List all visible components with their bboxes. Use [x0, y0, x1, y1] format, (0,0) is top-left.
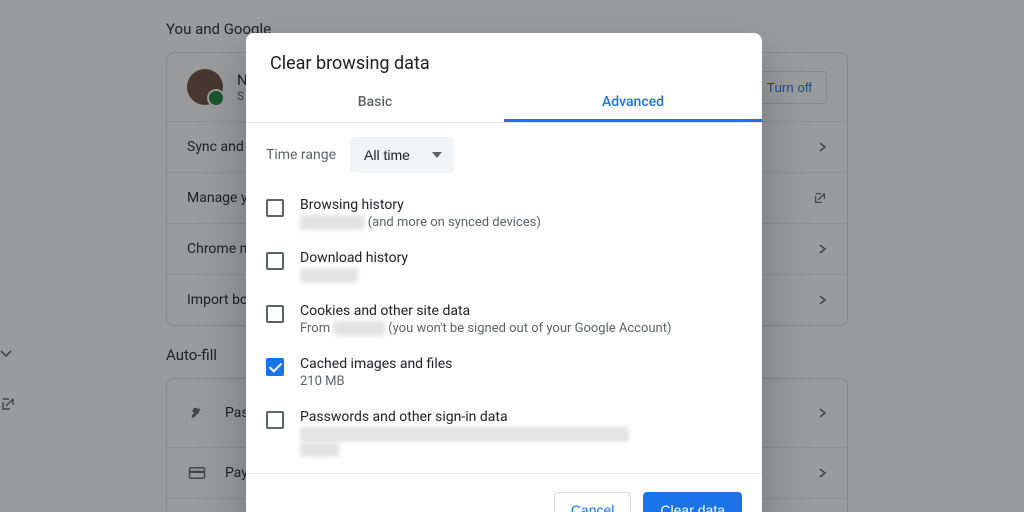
cancel-button[interactable]: Cancel — [554, 492, 632, 512]
checkbox[interactable] — [266, 199, 284, 217]
option-title: Download history — [300, 250, 408, 266]
dialog-tabs: Basic Advanced — [246, 82, 762, 123]
time-range-select[interactable]: All time — [350, 137, 454, 173]
option-subtitle: 210 MB — [300, 374, 452, 389]
option-subtitle: xxxxxxxxxxxxxxxxxxxxxxxxxxxxxxxxxxxxxxxx… — [300, 427, 629, 457]
option-title: Passwords and other sign-in data — [300, 409, 629, 425]
checkbox[interactable] — [266, 252, 284, 270]
option-subtitle: xxxxxxxxx — [300, 268, 408, 283]
tab-basic[interactable]: Basic — [246, 82, 504, 122]
checkbox[interactable] — [266, 358, 284, 376]
time-range-label: Time range — [266, 147, 336, 163]
option-passwords[interactable]: Passwords and other sign-in data xxxxxxx… — [246, 399, 762, 467]
option-title: Cookies and other site data — [300, 303, 672, 319]
option-title: Browsing history — [300, 197, 541, 213]
clear-browsing-data-dialog: Clear browsing data Basic Advanced Time … — [246, 33, 762, 512]
checkbox[interactable] — [266, 411, 284, 429]
option-cookies[interactable]: Cookies and other site data From xxxxxxx… — [246, 293, 762, 346]
dialog-title: Clear browsing data — [246, 33, 762, 82]
option-browsing-history[interactable]: Browsing history xxxxxxxxxx (and more on… — [246, 187, 762, 240]
checkbox[interactable] — [266, 305, 284, 323]
option-cached-images[interactable]: Cached images and files 210 MB — [246, 346, 762, 399]
option-subtitle: xxxxxxxxxx (and more on synced devices) — [300, 215, 541, 230]
option-title: Cached images and files — [300, 356, 452, 372]
tab-advanced[interactable]: Advanced — [504, 82, 762, 122]
clear-data-button[interactable]: Clear data — [643, 492, 742, 512]
option-download-history[interactable]: Download history xxxxxxxxx — [246, 240, 762, 293]
option-subtitle: From xxxxxxxx (you won't be signed out o… — [300, 321, 672, 336]
